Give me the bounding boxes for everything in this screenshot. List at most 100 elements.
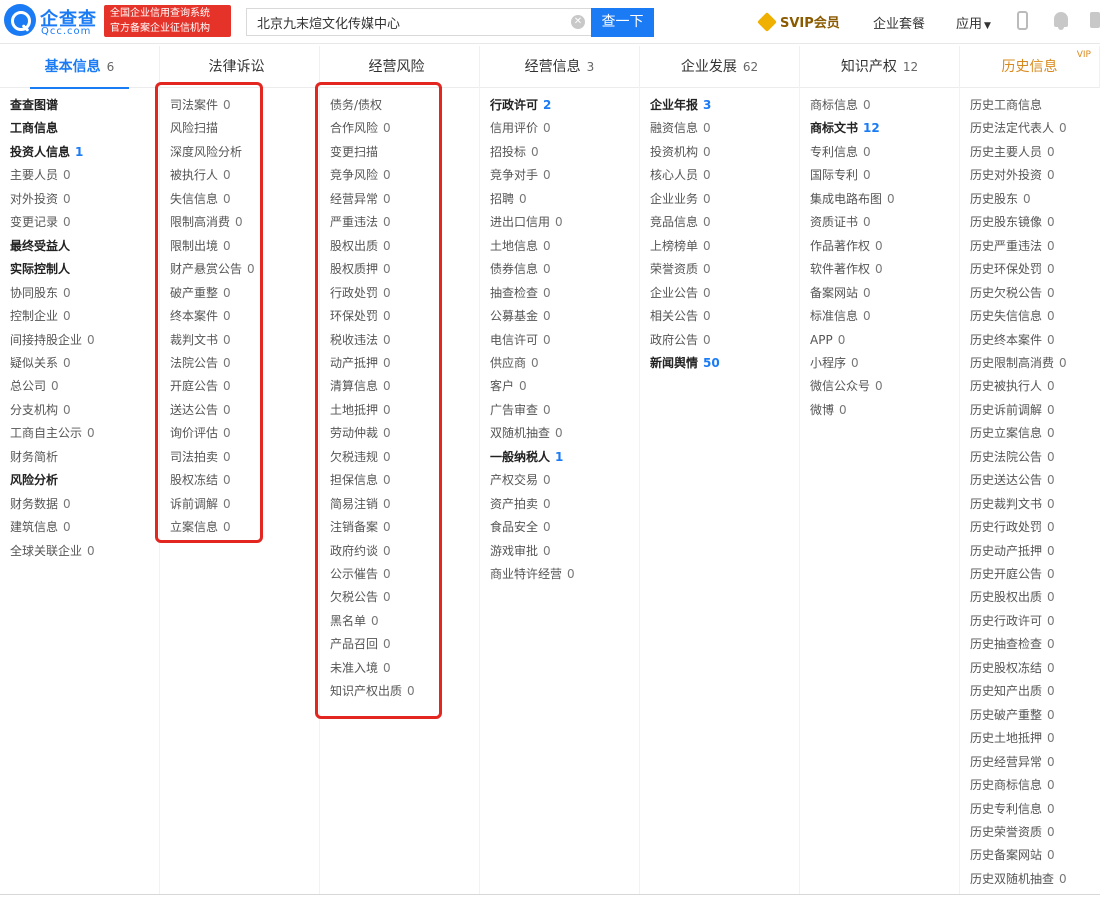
- list-item[interactable]: 送达公告 0: [170, 402, 231, 418]
- list-item[interactable]: 最终受益人: [10, 238, 70, 254]
- list-item[interactable]: 破产重整 0: [170, 285, 231, 301]
- list-item[interactable]: 相关公告 0: [650, 308, 711, 324]
- list-item[interactable]: 询价评估 0: [170, 425, 231, 441]
- tab-history[interactable]: 历史信息 VIP: [960, 46, 1100, 88]
- list-item[interactable]: 土地抵押 0: [330, 402, 391, 418]
- list-item[interactable]: 历史专利信息 0: [970, 801, 1055, 817]
- list-item[interactable]: 历史立案信息 0: [970, 425, 1055, 441]
- list-item[interactable]: 法院公告 0: [170, 355, 231, 371]
- list-item[interactable]: 历史诉前调解 0: [970, 402, 1055, 418]
- list-item[interactable]: 广告审查 0: [490, 402, 551, 418]
- list-item[interactable]: 历史知产出质 0: [970, 683, 1055, 699]
- list-item[interactable]: 供应商 0: [490, 355, 539, 371]
- list-item[interactable]: 债券信息 0: [490, 261, 551, 277]
- tab-ip[interactable]: 知识产权 12: [800, 46, 960, 88]
- list-item[interactable]: 企业公告 0: [650, 285, 711, 301]
- list-item[interactable]: 游戏审批 0: [490, 543, 551, 559]
- list-item[interactable]: 企业业务 0: [650, 191, 711, 207]
- svip-link[interactable]: SVIP会员: [757, 12, 840, 32]
- list-item[interactable]: 控制企业 0: [10, 308, 71, 324]
- list-item[interactable]: 历史法院公告 0: [970, 449, 1055, 465]
- list-item[interactable]: 环保处罚 0: [330, 308, 391, 324]
- list-item[interactable]: 欠税公告 0: [330, 589, 391, 605]
- list-item[interactable]: 风险扫描: [170, 120, 218, 136]
- list-item[interactable]: 电信许可 0: [490, 332, 551, 348]
- list-item[interactable]: 集成电路布图 0: [810, 191, 895, 207]
- tab-basic-info[interactable]: 基本信息 6: [0, 46, 160, 89]
- list-item[interactable]: 历史被执行人 0: [970, 378, 1055, 394]
- clear-icon[interactable]: ✕: [571, 15, 585, 29]
- list-item[interactable]: 历史环保处罚 0: [970, 261, 1055, 277]
- list-item[interactable]: 核心人员 0: [650, 167, 711, 183]
- list-item[interactable]: 荣誉资质 0: [650, 261, 711, 277]
- list-item[interactable]: 历史裁判文书 0: [970, 496, 1055, 512]
- list-item[interactable]: 食品安全 0: [490, 519, 551, 535]
- list-item[interactable]: 历史工商信息: [970, 97, 1042, 113]
- list-item[interactable]: 商标信息 0: [810, 97, 871, 113]
- list-item[interactable]: 历史备案网站 0: [970, 847, 1055, 863]
- list-item[interactable]: 担保信息 0: [330, 472, 391, 488]
- list-item[interactable]: 工商信息: [10, 120, 58, 136]
- list-item[interactable]: 分支机构 0: [10, 402, 71, 418]
- list-item[interactable]: 历史行政处罚 0: [970, 519, 1055, 535]
- tab-legal[interactable]: 法律诉讼: [160, 46, 320, 88]
- list-item[interactable]: 全球关联企业 0: [10, 543, 95, 559]
- list-item[interactable]: 抽查检查 0: [490, 285, 551, 301]
- enterprise-package-link[interactable]: 企业套餐: [873, 13, 925, 32]
- list-item[interactable]: 企业年报 3: [650, 97, 711, 113]
- list-item[interactable]: 经营异常 0: [330, 191, 391, 207]
- list-item[interactable]: 清算信息 0: [330, 378, 391, 394]
- list-item[interactable]: 新闻舆情 50: [650, 355, 720, 371]
- list-item[interactable]: 专利信息 0: [810, 144, 871, 160]
- tab-development[interactable]: 企业发展 62: [640, 46, 800, 88]
- list-item[interactable]: 实际控制人: [10, 261, 70, 277]
- list-item[interactable]: 历史经营异常 0: [970, 754, 1055, 770]
- list-item[interactable]: 总公司 0: [10, 378, 59, 394]
- list-item[interactable]: 股权出质 0: [330, 238, 391, 254]
- tab-operation-info[interactable]: 经营信息 3: [480, 46, 640, 88]
- list-item[interactable]: 欠税违规 0: [330, 449, 391, 465]
- list-item[interactable]: 动产抵押 0: [330, 355, 391, 371]
- list-item[interactable]: 历史欠税公告 0: [970, 285, 1055, 301]
- list-item[interactable]: 历史失信信息 0: [970, 308, 1055, 324]
- list-item[interactable]: 历史法定代表人 0: [970, 120, 1067, 136]
- list-item[interactable]: 历史主要人员 0: [970, 144, 1055, 160]
- list-item[interactable]: 财务数据 0: [10, 496, 71, 512]
- list-item[interactable]: 土地信息 0: [490, 238, 551, 254]
- list-item[interactable]: APP 0: [810, 332, 845, 348]
- list-item[interactable]: 行政处罚 0: [330, 285, 391, 301]
- list-item[interactable]: 历史股权冻结 0: [970, 660, 1055, 676]
- list-item[interactable]: 历史送达公告 0: [970, 472, 1055, 488]
- list-item[interactable]: 合作风险 0: [330, 120, 391, 136]
- list-item[interactable]: 资产拍卖 0: [490, 496, 551, 512]
- list-item[interactable]: 行政许可 2: [490, 97, 551, 113]
- list-item[interactable]: 财产悬赏公告 0: [170, 261, 255, 277]
- list-item[interactable]: 终本案件 0: [170, 308, 231, 324]
- list-item[interactable]: 投资人信息 1: [10, 144, 83, 160]
- list-item[interactable]: 招聘 0: [490, 191, 527, 207]
- bell-icon[interactable]: [1054, 12, 1068, 30]
- list-item[interactable]: 债务/债权: [330, 97, 382, 113]
- list-item[interactable]: 标准信息 0: [810, 308, 871, 324]
- list-item[interactable]: 政府约谈 0: [330, 543, 391, 559]
- list-item[interactable]: 一般纳税人 1: [490, 449, 563, 465]
- list-item[interactable]: 黑名单 0: [330, 613, 379, 629]
- tab-operation-risk[interactable]: 经营风险: [320, 46, 480, 88]
- list-item[interactable]: 历史终本案件 0: [970, 332, 1055, 348]
- more-icon[interactable]: [1090, 12, 1100, 28]
- list-item[interactable]: 对外投资 0: [10, 191, 71, 207]
- qcc-logo-icon[interactable]: [4, 4, 36, 36]
- list-item[interactable]: 商业特许经营 0: [490, 566, 575, 582]
- list-item[interactable]: 税收违法 0: [330, 332, 391, 348]
- list-item[interactable]: 间接持股企业 0: [10, 332, 95, 348]
- list-item[interactable]: 诉前调解 0: [170, 496, 231, 512]
- list-item[interactable]: 客户 0: [490, 378, 527, 394]
- list-item[interactable]: 资质证书 0: [810, 214, 871, 230]
- list-item[interactable]: 作品著作权 0: [810, 238, 883, 254]
- list-item[interactable]: 司法拍卖 0: [170, 449, 231, 465]
- list-item[interactable]: 未准入境 0: [330, 660, 391, 676]
- list-item[interactable]: 深度风险分析: [170, 144, 242, 160]
- list-item[interactable]: 招投标 0: [490, 144, 539, 160]
- list-item[interactable]: 融资信息 0: [650, 120, 711, 136]
- search-input[interactable]: [247, 9, 567, 35]
